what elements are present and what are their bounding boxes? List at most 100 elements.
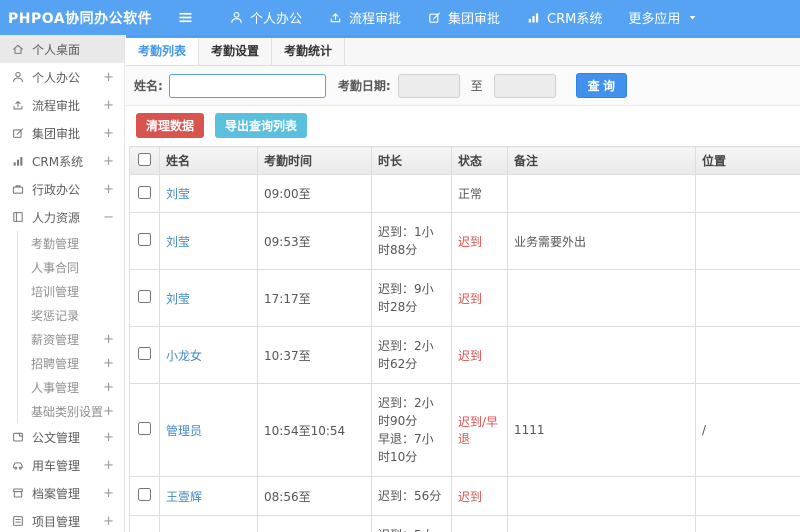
column-duration: 时长 xyxy=(371,146,452,175)
duration-cell: 迟到：1小时88分 xyxy=(371,212,452,270)
actions-bar: 清理数据 导出查询列表 xyxy=(126,106,800,146)
sidebar-item-group-approval[interactable]: 集团审批 + xyxy=(0,119,124,147)
row-checkbox[interactable] xyxy=(138,185,151,199)
table-row: 王壹辉 08:56至 迟到：56分 迟到 xyxy=(129,476,800,516)
tab-attendance-list[interactable]: 考勤列表 xyxy=(126,38,200,65)
column-location: 位置 xyxy=(695,146,800,175)
row-checkbox[interactable] xyxy=(138,422,151,435)
employee-name-link[interactable]: 刘莹 xyxy=(166,187,190,201)
sidebar-subitem-reward-punishment-records[interactable]: 奖惩记录 xyxy=(18,303,124,327)
sidebar-item-vehicle-management[interactable]: 用车管理 + xyxy=(0,451,124,479)
table-row: 刘莹 17:17至 迟到：9小时28分 迟到 xyxy=(129,269,800,327)
sidebar-item-human-resources[interactable]: 人力资源 − xyxy=(0,203,124,231)
select-all-checkbox[interactable] xyxy=(138,152,151,166)
sidebar: 个人桌面 个人办公 + 流程审批 + 集团审批 + CRM系统 + 行政办公 + 人力资源 − 考勤管理人… xyxy=(0,35,125,532)
user-icon xyxy=(229,10,244,25)
sidebar-item-project-management[interactable]: 项目管理 + xyxy=(0,507,124,532)
sidebar-item-label: 基础类别设置 xyxy=(31,404,104,419)
duration-cell: 迟到：2小时90分 早退：7小时10分 xyxy=(371,383,452,477)
sidebar-item-label: 培训管理 xyxy=(31,284,80,299)
row-checkbox[interactable] xyxy=(138,290,151,303)
sidebar-subitem-salary-management[interactable]: 薪资管理 + xyxy=(18,327,124,351)
table-row: 管理员 10:54至10:54 迟到：2小时90分 早退：7小时10分 迟到/早退… xyxy=(129,383,800,477)
sidebar-subitem-recruitment-management[interactable]: 招聘管理 + xyxy=(18,351,124,375)
expand-toggle-icon: + xyxy=(103,125,114,141)
table-row: 刘莹 09:53至 迟到：1小时88分 迟到 业务需要外出 xyxy=(129,212,800,270)
chart-icon xyxy=(11,154,25,168)
attendance-time-cell: 10:37至 xyxy=(257,326,372,384)
sidebar-item-label: 薪资管理 xyxy=(31,332,80,347)
search-button[interactable]: 查 询 xyxy=(575,73,627,98)
sidebar-item-workflow-approval[interactable]: 流程审批 + xyxy=(0,91,124,119)
attendance-table-wrap: 姓名 考勤时间 时长 状态 备注 位置 刘莹 09:00至 正常 刘莹 09:5… xyxy=(126,146,800,532)
sidebar-item-label: 用车管理 xyxy=(32,458,81,473)
menu-toggle-icon[interactable] xyxy=(168,9,202,26)
row-checkbox[interactable] xyxy=(138,233,151,246)
nav-item-personal-office[interactable]: 个人办公 xyxy=(229,8,302,27)
nav-item-crm-system[interactable]: CRM系统 xyxy=(526,8,602,27)
sidebar-item-label: 流程审批 xyxy=(32,98,81,113)
sidebar-subitem-training-management[interactable]: 培训管理 xyxy=(18,279,124,303)
date-to-input[interactable] xyxy=(493,73,556,98)
location-cell xyxy=(695,476,800,516)
tab-attendance-settings[interactable]: 考勤设置 xyxy=(199,38,273,65)
column-note: 备注 xyxy=(507,146,696,175)
attendance-time-cell: 09:00至 xyxy=(257,174,372,213)
note-cell xyxy=(507,174,696,213)
note-cell xyxy=(507,326,696,384)
nav-item-workflow-approval[interactable]: 流程审批 xyxy=(328,8,401,27)
project-icon xyxy=(11,514,25,528)
location-cell xyxy=(695,212,800,270)
sidebar-subitem-personnel-contract[interactable]: 人事合同 xyxy=(18,255,124,279)
tab-bar: 考勤列表 考勤设置 考勤统计 xyxy=(126,35,800,66)
sidebar-item-label: CRM系统 xyxy=(32,154,84,169)
row-checkbox[interactable] xyxy=(138,347,151,360)
attendance-date-label: 考勤日期: xyxy=(337,79,391,93)
sidebar-submenu: 考勤管理 人事合同 培训管理 奖惩记录 薪资管理 + 招聘管理 + 人事管理 + 基础类别设置 + xyxy=(17,231,124,423)
employee-name-link[interactable]: 小龙女 xyxy=(166,349,202,363)
expand-toggle-icon: + xyxy=(103,457,114,473)
clean-data-button[interactable]: 清理数据 xyxy=(136,113,205,138)
employee-name-link[interactable]: 刘莹 xyxy=(166,292,190,306)
name-input[interactable] xyxy=(168,73,326,98)
sidebar-item-document-management[interactable]: 公文管理 + xyxy=(0,423,124,451)
briefcase-icon xyxy=(11,182,25,196)
chart-icon xyxy=(526,10,541,25)
table-row: 小龙女 10:37至 迟到：2小时62分 迟到 xyxy=(129,326,800,384)
duration-cell: 迟到：5小时33分早退：4小时67分 xyxy=(371,515,452,532)
filter-bar: 姓名: 考勤日期: 至 查 询 xyxy=(126,66,800,106)
export-list-button[interactable]: 导出查询列表 xyxy=(215,113,308,138)
sidebar-item-admin-office[interactable]: 行政办公 + xyxy=(0,175,124,203)
note-cell: 1111 xyxy=(507,383,696,477)
location-cell: / xyxy=(695,383,800,477)
nav-item-group-approval[interactable]: 集团审批 xyxy=(427,8,500,27)
workflow-icon xyxy=(328,10,343,25)
sidebar-item-label: 个人办公 xyxy=(32,70,81,85)
employee-name-link[interactable]: 王壹辉 xyxy=(166,490,202,504)
sidebar-subitem-attendance-management[interactable]: 考勤管理 xyxy=(18,231,124,255)
duration-cell xyxy=(371,174,452,213)
employee-name-link[interactable]: 管理员 xyxy=(166,424,202,438)
sidebar-subitem-personnel-management[interactable]: 人事管理 + xyxy=(18,375,124,399)
nav-item-more-apps[interactable]: 更多应用 xyxy=(628,8,699,27)
column-attendance-time: 考勤时间 xyxy=(257,146,372,175)
status-cell: 迟到 xyxy=(451,326,508,384)
sidebar-subitem-base-category-settings[interactable]: 基础类别设置 + xyxy=(18,399,124,423)
date-from-input[interactable] xyxy=(397,73,460,98)
location-cell xyxy=(695,174,800,213)
archive-icon xyxy=(11,486,25,500)
attendance-time-cell: 17:17至 xyxy=(257,269,372,327)
sidebar-item-personal-desktop[interactable]: 个人桌面 xyxy=(0,35,124,63)
row-checkbox[interactable] xyxy=(138,488,151,501)
expand-toggle-icon: + xyxy=(103,403,114,419)
sidebar-item-personal-office[interactable]: 个人办公 + xyxy=(0,63,124,91)
expand-toggle-icon: + xyxy=(103,331,114,347)
expand-toggle-icon: + xyxy=(103,355,114,371)
caret-down-icon xyxy=(686,11,699,24)
tab-attendance-stats[interactable]: 考勤统计 xyxy=(272,38,346,65)
sidebar-item-crm-system[interactable]: CRM系统 + xyxy=(0,147,124,175)
sidebar-item-archive-management[interactable]: 档案管理 + xyxy=(0,479,124,507)
employee-name-link[interactable]: 刘莹 xyxy=(166,235,190,249)
edit-icon xyxy=(11,126,25,140)
attendance-table: 姓名 考勤时间 时长 状态 备注 位置 刘莹 09:00至 正常 刘莹 09:5… xyxy=(129,146,800,532)
